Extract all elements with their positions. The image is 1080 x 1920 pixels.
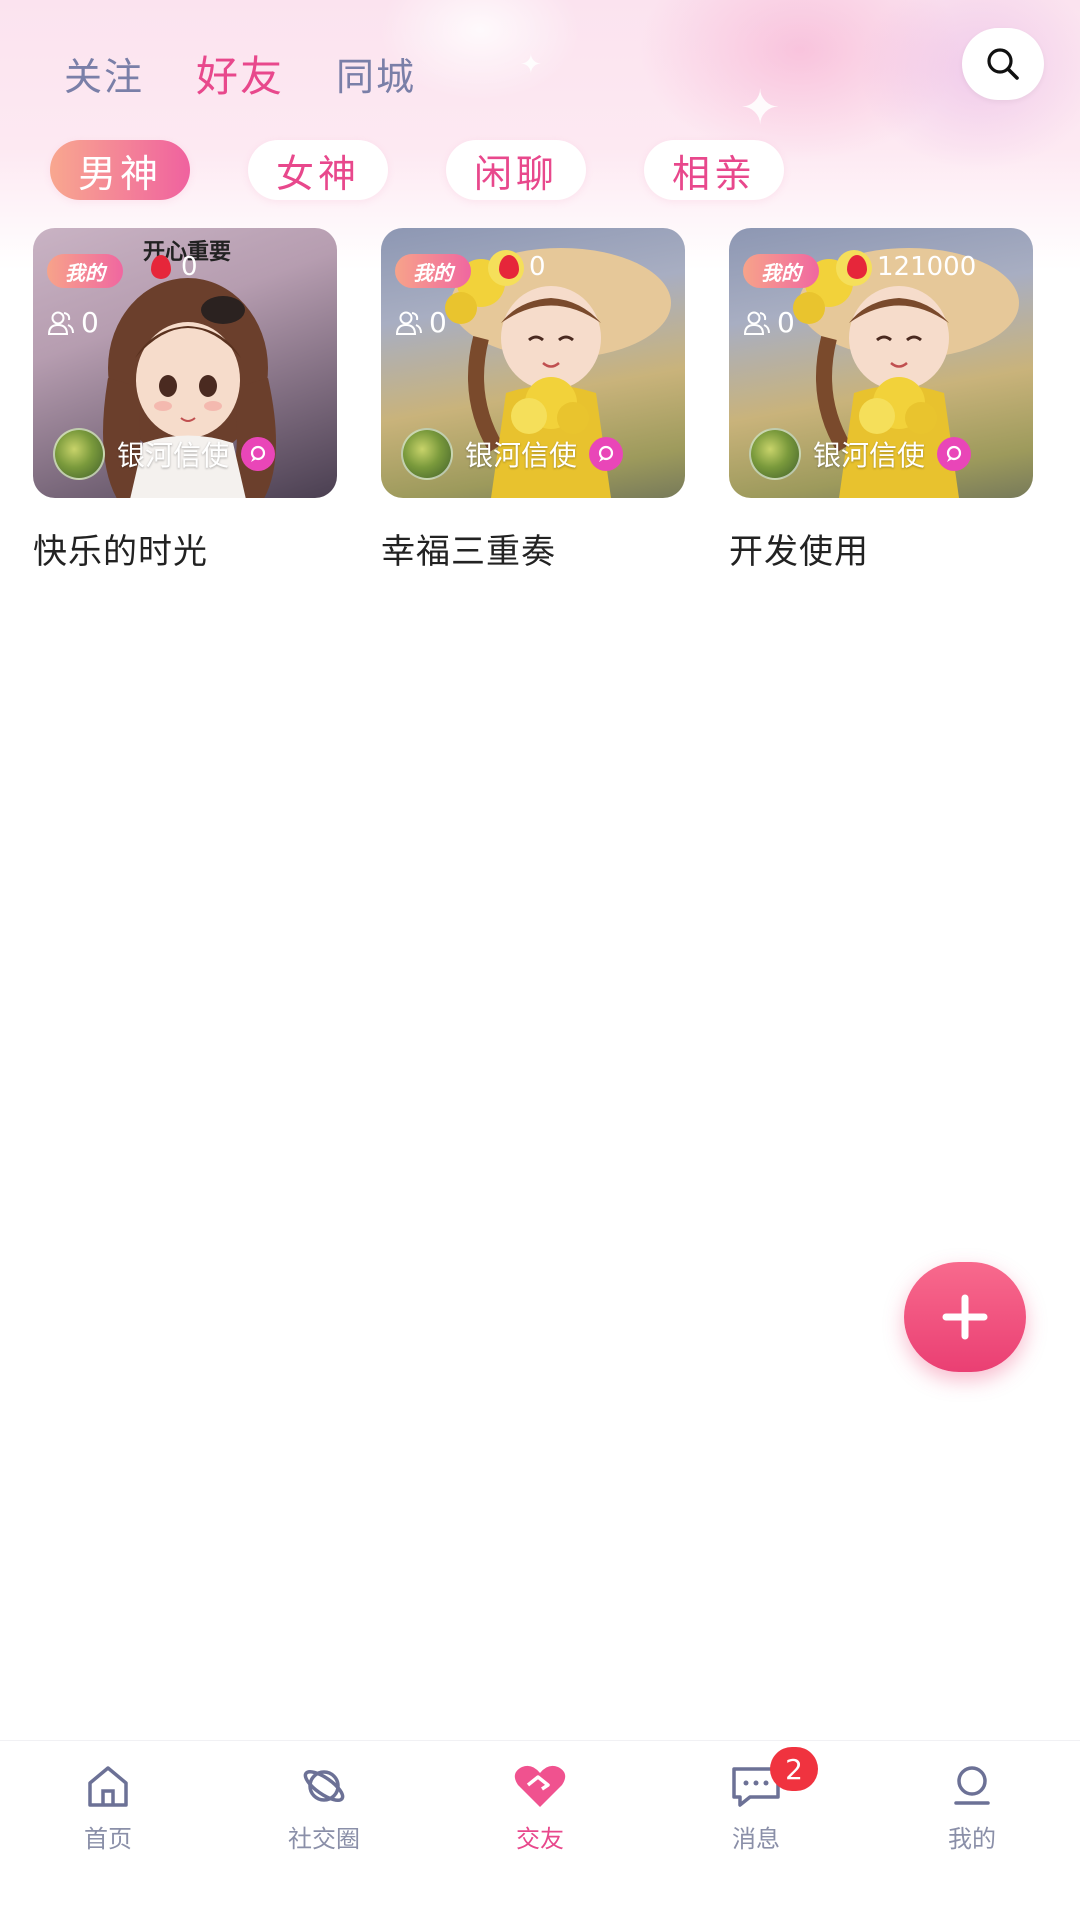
room-owner: 银河信使 [749, 428, 972, 480]
avatar [749, 428, 801, 480]
member-count: 0 [47, 306, 99, 339]
owner-name: 银河信使 [813, 439, 926, 472]
nav-profile[interactable]: 我的 [864, 1741, 1080, 1920]
people-icon [743, 311, 770, 335]
profile-icon [954, 1766, 990, 1805]
sparkle-icon: ✦ [740, 80, 781, 136]
gift-drop-icon [499, 255, 519, 279]
chip-male-god[interactable]: 男神 [50, 140, 191, 200]
room-card[interactable]: 我的 0 0 银河信使 幸福三重奏 [381, 228, 685, 573]
gift-count: 121000 [847, 252, 976, 282]
category-chips: 男神 女神 闲聊 相亲 [50, 140, 785, 200]
tab-follow[interactable]: 关注 [64, 46, 144, 101]
nav-home[interactable]: 首页 [0, 1741, 216, 1920]
nav-make-friends[interactable]: 交友 [432, 1741, 648, 1920]
room-card[interactable]: 开心重要 我的 0 0 银河信使 快乐的时光 [33, 228, 337, 573]
owner-name: 银河信使 [117, 439, 230, 472]
chip-female-god[interactable]: 女神 [248, 140, 389, 200]
owner-name: 银河信使 [465, 439, 578, 472]
tab-same-city[interactable]: 同城 [336, 46, 416, 101]
avatar [53, 428, 105, 480]
search-button[interactable] [962, 28, 1044, 100]
gift-count: 0 [499, 252, 546, 282]
room-card-list: 开心重要 我的 0 0 银河信使 快乐的时光 我的 0 0 银河信使 幸福三重奏… [33, 228, 1033, 573]
people-icon [395, 311, 422, 335]
room-cover-image: 我的 0 0 银河信使 [381, 228, 685, 498]
nav-messages[interactable]: 消息 2 [648, 1741, 864, 1920]
member-count: 0 [395, 306, 447, 339]
mine-badge: 我的 [47, 254, 123, 288]
room-owner: 银河信使 [401, 428, 624, 480]
heart-handshake-icon [514, 1765, 566, 1807]
room-title: 开发使用 [729, 532, 869, 572]
top-tab-bar: 关注 好友 同城 [64, 38, 416, 112]
room-card[interactable]: 我的 121000 0 银河信使 开发使用 [729, 228, 1033, 573]
chip-chat[interactable]: 闲聊 [446, 140, 587, 200]
avatar [401, 428, 453, 480]
mine-badge: 我的 [395, 254, 471, 288]
room-cover-image: 我的 121000 0 银河信使 [729, 228, 1033, 498]
unread-badge: 2 [770, 1747, 818, 1791]
chip-blind-date[interactable]: 相亲 [644, 140, 785, 200]
chat-bubble-icon [937, 437, 972, 471]
nav-social-circle[interactable]: 社交圈 [216, 1741, 432, 1920]
create-room-button[interactable] [904, 1262, 1026, 1372]
chat-bubble-icon [241, 437, 276, 471]
gift-drop-icon [847, 255, 867, 279]
room-cover-image: 开心重要 我的 0 0 银河信使 [33, 228, 337, 498]
room-owner: 银河信使 [53, 428, 276, 480]
plus-icon [942, 1294, 988, 1340]
room-title: 快乐的时光 [33, 532, 208, 572]
room-title: 幸福三重奏 [381, 532, 556, 572]
sparkle-icon: ✦ [520, 50, 542, 80]
people-icon [47, 311, 74, 335]
bottom-navigation: 首页 社交圈 交友 消息 2 我的 [0, 1740, 1080, 1920]
gift-drop-icon [151, 255, 171, 279]
member-count: 0 [743, 306, 795, 339]
home-icon [88, 1766, 128, 1807]
search-icon [987, 48, 1019, 80]
chat-bubble-icon [589, 437, 624, 471]
planet-icon [303, 1770, 345, 1802]
tab-friends[interactable]: 好友 [188, 43, 289, 112]
mine-badge: 我的 [743, 254, 819, 288]
gift-count: 0 [151, 252, 198, 282]
